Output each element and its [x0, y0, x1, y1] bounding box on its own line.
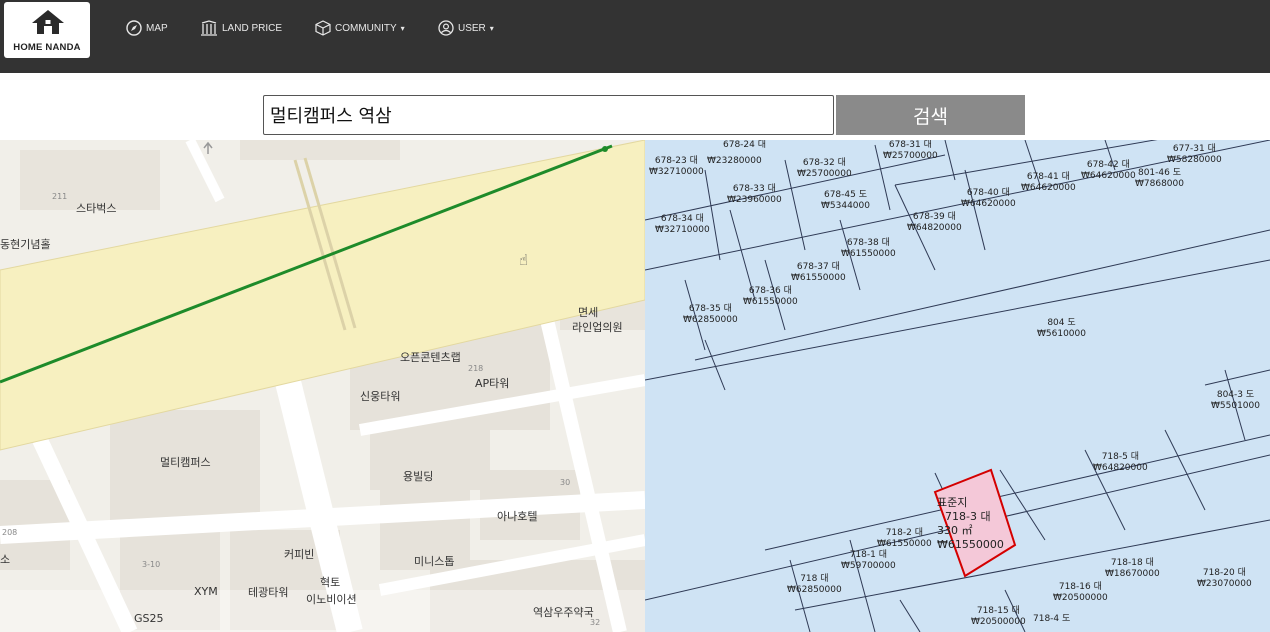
cube-icon: [315, 20, 331, 36]
parcel-label[interactable]: 718-2 대 ₩61550000: [877, 528, 932, 550]
map-label: 신웅타워: [360, 390, 401, 403]
parcel-label[interactable]: 718-16 대 ₩20500000: [1053, 582, 1108, 604]
map-label: XYM: [194, 585, 218, 598]
map-label: 이노비이션: [306, 593, 357, 606]
map-label: 면세: [578, 306, 599, 319]
selected-parcel-id: 718-3 대: [945, 510, 991, 523]
selected-parcel-price: ₩61550000: [937, 538, 1004, 551]
hand-cursor-icon: ☝: [519, 251, 529, 269]
map-label: 소: [0, 553, 11, 566]
parcel-label[interactable]: ₩23280000: [707, 156, 762, 167]
parcel-label[interactable]: 678-33 대 ₩23960000: [727, 184, 782, 206]
house-icon: [32, 10, 64, 34]
lot-number: 3-10: [142, 560, 161, 569]
parcel-label[interactable]: 718-18 대 ₩18670000: [1105, 558, 1160, 580]
parcel-label[interactable]: 678-31 대 ₩25700000: [883, 140, 938, 162]
columns-icon: [201, 20, 217, 36]
compass-icon: [126, 20, 142, 36]
selected-parcel-label[interactable]: 표준지 718-3 대 330 ㎡ ₩61550000: [937, 496, 1004, 552]
brand-name: HOME NANDA: [13, 42, 81, 53]
parcel-label[interactable]: 678-41 대 ₩64620000: [1021, 172, 1076, 194]
lot-number: 30: [560, 478, 571, 487]
map-label: 혁토: [320, 576, 341, 589]
map-label: 아나호텔: [497, 510, 538, 523]
parcel-label[interactable]: 718 대 ₩62850000: [787, 574, 842, 596]
parcel-label[interactable]: 678-37 대 ₩61550000: [791, 262, 846, 284]
map-label: 미니스톱: [414, 555, 455, 568]
parcel-label[interactable]: 804-3 도 ₩5501000: [1211, 390, 1260, 412]
caret-down-icon: ▾: [489, 23, 494, 33]
lot-number: 218: [468, 364, 484, 373]
map-label: GS25: [134, 612, 164, 625]
selected-parcel-title: 표준지: [937, 496, 968, 509]
user-circle-icon: [438, 20, 454, 36]
nav-user-label: USER: [458, 22, 486, 34]
parcel-label[interactable]: 678-34 대 ₩32710000: [655, 214, 710, 236]
cadastral-map[interactable]: 678-24 대 678-23 대 ₩32710000 ₩23280000 678…: [645, 140, 1270, 632]
map-label: 라인업의원: [572, 321, 623, 334]
lot-number: 208: [2, 528, 18, 537]
street-map[interactable]: 스타벅스 동현기념홀 면세 라인업의원 오픈콘텐츠랩 AP타워 신웅타워 멀티캠…: [0, 140, 645, 632]
map-label: 동현기념홀: [0, 238, 51, 251]
parcel-label[interactable]: 678-35 대 ₩62850000: [683, 304, 738, 326]
parcel-label[interactable]: 804 도 ₩5610000: [1037, 318, 1086, 340]
parcel-label[interactable]: 718-20 대 ₩23070000: [1197, 568, 1252, 590]
map-label: 멀티캠퍼스: [160, 456, 211, 469]
map-label: 테광타워: [248, 586, 289, 599]
lot-number: 211: [52, 192, 68, 201]
parcel-label[interactable]: 678-36 대 ₩61550000: [743, 286, 798, 308]
parcel-label[interactable]: 678-32 대 ₩25700000: [797, 158, 852, 180]
parcel-label[interactable]: 718-1 대 ₩59700000: [841, 550, 896, 572]
nav-map[interactable]: MAP: [126, 18, 168, 38]
selected-parcel-area: 330 ㎡: [937, 524, 973, 537]
parcel-label[interactable]: 801-46 도 ₩7868000: [1135, 168, 1184, 190]
parcel-label[interactable]: 678-24 대: [723, 140, 766, 151]
parcel-label[interactable]: 678-45 도 ₩5344000: [821, 190, 870, 212]
nav-user-dropdown[interactable]: USER ▾: [438, 18, 494, 38]
nav-community-dropdown[interactable]: COMMUNITY ▾: [315, 18, 405, 38]
parcel-label[interactable]: 678-40 대 ₩64620000: [961, 188, 1016, 210]
lot-number: 32: [590, 618, 601, 627]
search-button[interactable]: 검색: [836, 95, 1025, 135]
parcel-label[interactable]: 678-42 대 ₩64620000: [1081, 160, 1136, 182]
parcel-label[interactable]: 677-31 대 ₩58280000: [1167, 144, 1222, 166]
parcel-label[interactable]: 718-4 도: [1033, 614, 1070, 625]
top-navbar: HOME NANDA MAP LAND PRICE COMMUNITY ▾ US…: [0, 0, 1270, 73]
nav-map-label: MAP: [146, 22, 168, 34]
map-label: 커피빈: [284, 548, 315, 561]
map-label: 오픈콘텐츠랩: [400, 351, 461, 364]
parcel-label[interactable]: 678-38 대 ₩61550000: [841, 238, 896, 260]
map-label: 스타벅스: [76, 202, 117, 215]
parcel-label[interactable]: 718-5 대 ₩64820000: [1093, 452, 1148, 474]
nav-land-price[interactable]: LAND PRICE: [200, 18, 282, 38]
brand-logo[interactable]: HOME NANDA: [4, 2, 90, 58]
nav-community-label: COMMUNITY: [335, 22, 397, 34]
parcel-label[interactable]: 678-23 대 ₩32710000: [649, 156, 704, 178]
parcel-label[interactable]: 678-39 대 ₩64820000: [907, 212, 962, 234]
caret-down-icon: ▾: [400, 23, 405, 33]
nav-land-price-label: LAND PRICE: [222, 22, 283, 34]
map-label: 역삼우주약국: [533, 606, 594, 619]
map-label: 용빌딩: [403, 470, 434, 483]
map-label: AP타워: [475, 377, 510, 390]
search-input[interactable]: [263, 95, 834, 135]
parcel-label[interactable]: 718-15 대 ₩20500000: [971, 606, 1026, 628]
